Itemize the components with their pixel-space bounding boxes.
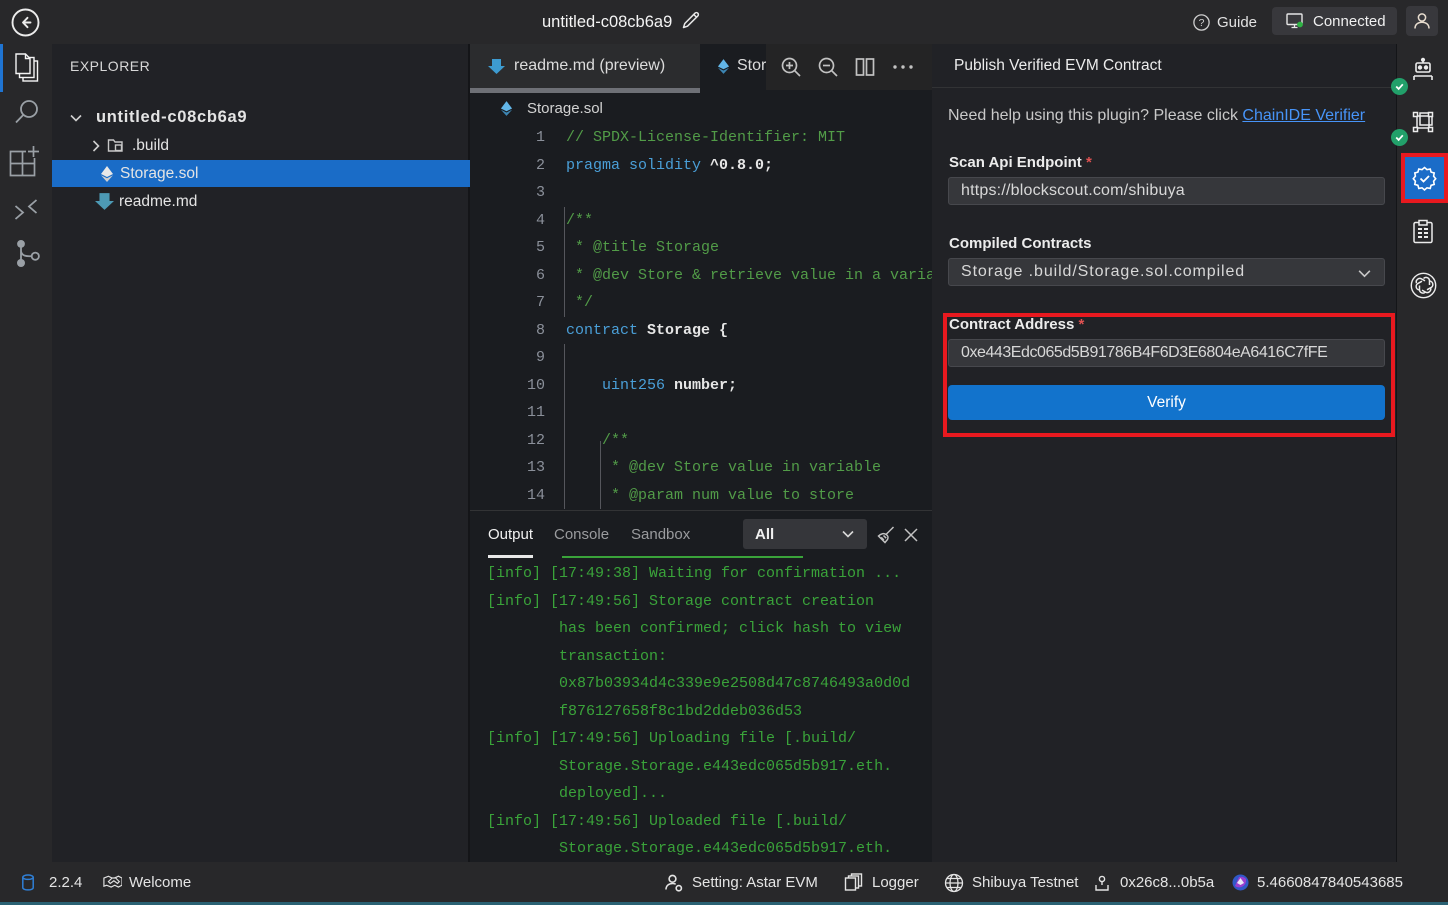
svg-text:?: ? bbox=[1199, 17, 1205, 29]
